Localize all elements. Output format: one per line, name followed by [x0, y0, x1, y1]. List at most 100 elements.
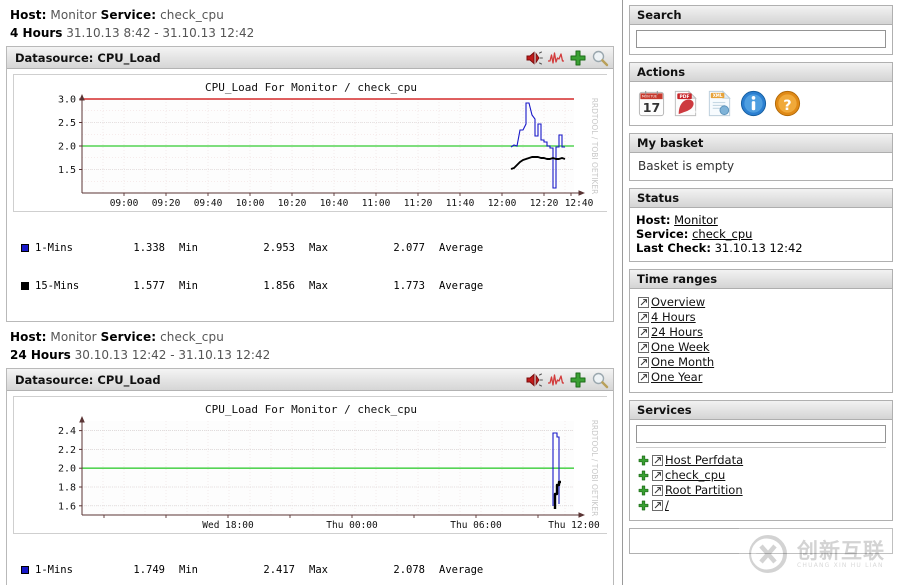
- add-plus-icon[interactable]: [569, 371, 587, 389]
- chart-4h-svg: CPU_Load For Monitor / check_cpu 3.0 2.5…: [14, 75, 608, 211]
- sidebar-trailing-box[interactable]: [629, 528, 893, 554]
- legend-max-label: Max: [309, 279, 328, 292]
- graphs-column: Host: Monitor Service: check_cpu 4 Hours…: [0, 0, 623, 585]
- svg-text:17: 17: [643, 100, 660, 115]
- actions-body: MON TUE 17 PDF Adobe XML ?: [630, 82, 892, 125]
- chart-24h[interactable]: CPU_Load For Monitor / check_cpu 2.4 2.2…: [13, 396, 608, 534]
- add-plus-icon[interactable]: [569, 49, 587, 67]
- service-link[interactable]: Root Partition: [665, 483, 743, 497]
- time-range-item-overview[interactable]: Overview: [638, 295, 886, 310]
- xml-icon[interactable]: XML: [705, 89, 734, 118]
- graph-block-4h: Host: Monitor Service: check_cpu 4 Hours…: [6, 6, 614, 322]
- legend-swatch-1mins: [21, 244, 29, 253]
- time-range-link[interactable]: One Year: [651, 370, 702, 384]
- range-label: 4 Hours: [10, 26, 63, 40]
- svg-text:09:00: 09:00: [110, 198, 139, 209]
- pulse-graph-icon[interactable]: [547, 371, 565, 389]
- svg-text:2.4: 2.4: [58, 426, 76, 437]
- sidebar: Search Actions MON TUE 17 PDF Adobe XML …: [623, 0, 899, 585]
- actions-row: MON TUE 17 PDF Adobe XML ?: [636, 87, 886, 119]
- datasource-panel-header: Datasource: CPU_Load: [7, 369, 613, 391]
- add-plus-icon[interactable]: [638, 500, 649, 511]
- status-lastcheck-row: Last Check: 31.10.13 12:42: [636, 241, 886, 255]
- legend-max-label: Max: [309, 564, 328, 576]
- sound-mute-icon[interactable]: [525, 49, 543, 67]
- zoom-search-icon[interactable]: [591, 371, 609, 389]
- sound-mute-icon[interactable]: [525, 371, 543, 389]
- time-range-link[interactable]: One Month: [651, 355, 714, 369]
- external-link-icon: [638, 296, 649, 308]
- service-item-host-perfdata[interactable]: Host Perfdata: [638, 453, 886, 468]
- time-range-item-one-year[interactable]: One Year: [638, 370, 886, 385]
- status-host-row: Host: Monitor: [636, 213, 886, 227]
- time-range-item-4-hours[interactable]: 4 Hours: [638, 310, 886, 325]
- services-filter-input[interactable]: [636, 425, 886, 443]
- legend-avg-label: Average: [439, 564, 484, 576]
- svg-text:3.0: 3.0: [58, 95, 76, 106]
- svg-text:?: ?: [783, 98, 791, 114]
- legend-min-label: Min: [179, 564, 198, 576]
- time-range-item-24-hours[interactable]: 24 Hours: [638, 325, 886, 340]
- host-service-line: Host: Monitor Service: check_cpu: [6, 328, 614, 345]
- info-icon[interactable]: [739, 89, 768, 118]
- calendar-icon[interactable]: MON TUE 17: [637, 89, 666, 118]
- pulse-graph-icon[interactable]: [547, 49, 565, 67]
- svg-text:Thu 12:00: Thu 12:00: [548, 520, 600, 531]
- status-body: Host: Monitor Service: check_cpu Last Ch…: [630, 208, 892, 261]
- legend-min-label: Min: [179, 242, 198, 254]
- search-input[interactable]: [636, 30, 886, 48]
- graph-block-24h: Host: Monitor Service: check_cpu 24 Hour…: [6, 328, 614, 585]
- service-item-root-partition[interactable]: Root Partition: [638, 483, 886, 498]
- chart-title: CPU_Load For Monitor / check_cpu: [205, 81, 417, 94]
- time-range-link[interactable]: 4 Hours: [651, 310, 696, 324]
- status-service-link[interactable]: check_cpu: [692, 227, 752, 241]
- datasource-panel: Datasource: CPU_Load CPU_Load For Monito…: [6, 368, 614, 585]
- help-icon[interactable]: ?: [773, 89, 802, 118]
- svg-text:2.0: 2.0: [58, 464, 76, 475]
- services-divider: [636, 447, 886, 448]
- legend-max-value: 2.953: [263, 242, 295, 254]
- svg-text:12:00: 12:00: [488, 198, 517, 209]
- basket-box: My basket Basket is empty: [629, 133, 893, 181]
- svg-text:1.5: 1.5: [58, 165, 76, 176]
- add-plus-icon[interactable]: [638, 485, 649, 496]
- service-link[interactable]: Host Perfdata: [665, 453, 743, 467]
- status-host-link[interactable]: Monitor: [674, 213, 718, 227]
- zoom-search-icon[interactable]: [591, 49, 609, 67]
- time-range-link[interactable]: Overview: [651, 295, 705, 309]
- basket-body: Basket is empty: [630, 153, 892, 180]
- time-range-link[interactable]: One Week: [651, 340, 710, 354]
- host-label: Host:: [10, 8, 47, 22]
- pdf-icon[interactable]: PDF Adobe: [671, 89, 700, 118]
- datasource-panel: Datasource: CPU_Load CPU_Load For Monito…: [6, 46, 614, 322]
- service-link[interactable]: check_cpu: [665, 468, 725, 482]
- service-link[interactable]: /: [665, 498, 669, 512]
- basket-title: My basket: [630, 134, 892, 153]
- host-label: Host:: [10, 330, 47, 344]
- datasource-title: Datasource: CPU_Load: [15, 372, 161, 387]
- search-box: Search: [629, 5, 893, 55]
- svg-text:2.5: 2.5: [58, 118, 76, 129]
- add-plus-icon[interactable]: [638, 455, 649, 466]
- svg-text:Thu 00:00: Thu 00:00: [326, 520, 378, 531]
- legend-max-label: Max: [309, 242, 328, 254]
- svg-text:11:00: 11:00: [362, 198, 391, 209]
- add-plus-icon[interactable]: [638, 470, 649, 481]
- datasource-title: Datasource: CPU_Load: [15, 50, 161, 65]
- service-item-check-cpu[interactable]: check_cpu: [638, 468, 886, 483]
- svg-text:10:40: 10:40: [320, 198, 349, 209]
- rrd-graph-page: Host: Monitor Service: check_cpu 4 Hours…: [0, 0, 899, 585]
- chart-4h[interactable]: CPU_Load For Monitor / check_cpu 3.0 2.5…: [13, 74, 608, 212]
- external-link-icon: [652, 469, 663, 481]
- time-range-item-one-month[interactable]: One Month: [638, 355, 886, 370]
- legend-row: 1-Mins 1.338 Min 2.953 Max 2.077 Average: [21, 242, 613, 255]
- svg-text:09:20: 09:20: [152, 198, 181, 209]
- time-range-link[interactable]: 24 Hours: [651, 325, 703, 339]
- status-service-label: Service:: [636, 227, 689, 241]
- legend-avg-label: Average: [439, 242, 484, 254]
- time-range-item-one-week[interactable]: One Week: [638, 340, 886, 355]
- service-item-root[interactable]: /: [638, 498, 886, 513]
- svg-text:Adobe: Adobe: [687, 109, 700, 114]
- time-ranges-title: Time ranges: [630, 270, 892, 289]
- svg-text:09:40: 09:40: [194, 198, 223, 209]
